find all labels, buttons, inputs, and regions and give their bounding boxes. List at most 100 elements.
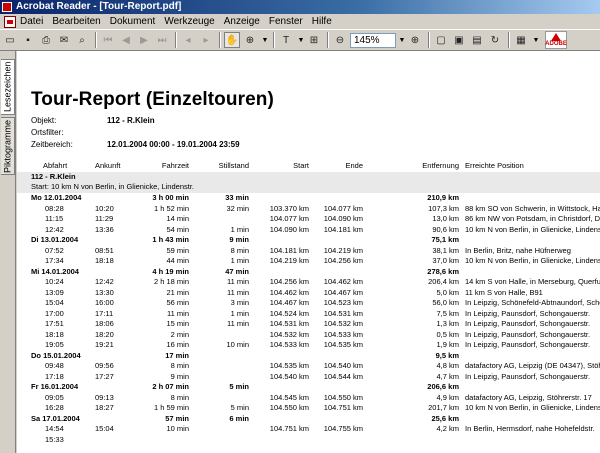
email-icon[interactable]: ✉ <box>56 32 72 48</box>
menu-bar: Datei Bearbeiten Dokument Werkzeuge Anze… <box>0 14 600 29</box>
fit-width-icon[interactable]: ▤ <box>469 32 485 48</box>
cell-position: In Leipzig, Paunsdorf, Schongauerstr. <box>465 371 591 381</box>
cell-fahrzeit: 1 h 43 min <box>152 235 189 244</box>
toolbar-separator <box>327 32 329 48</box>
zoom-out-icon[interactable]: ⊖ <box>332 32 348 48</box>
open-folder-icon[interactable]: ▭ <box>2 32 18 48</box>
cell-abfahrt: Fr 16.01.2004 <box>31 382 79 391</box>
chevron-down-icon[interactable]: ▼ <box>260 33 270 48</box>
cell-ende: 104.181 km <box>323 224 363 234</box>
cell-position: datafactory AG, Leipzig (DE 04347), Stöh <box>465 361 600 370</box>
zoom-in-icon[interactable]: ⊕ <box>407 32 423 48</box>
first-page-icon[interactable]: ⏮ <box>100 32 116 48</box>
cell-stillstand: 11 min <box>227 287 249 297</box>
cell-stillstand: 1 min <box>230 308 249 318</box>
table-row: 15:33 <box>17 435 600 446</box>
fit-page-icon[interactable]: ▣ <box>451 32 467 48</box>
actual-size-icon[interactable]: ▢ <box>433 32 449 48</box>
cell-fahrzeit: 1 h 59 min <box>153 403 189 412</box>
cell-stillstand: 1 min <box>230 256 249 265</box>
cell-entfernung: 4,7 km <box>436 371 459 381</box>
go-forward-icon[interactable]: ▸ <box>198 32 214 48</box>
menu-fenster[interactable]: Fenster <box>269 16 303 27</box>
document-icon[interactable] <box>4 15 16 28</box>
column-header-abfahrt: Abfahrt <box>43 161 68 170</box>
cell-abfahrt: Di 13.01.2004 <box>31 235 79 244</box>
column-select-icon[interactable]: ⊞ <box>306 32 322 48</box>
tab-bookmarks[interactable]: Lesezeichen <box>1 59 15 115</box>
cell-stillstand: 10 min <box>226 340 249 349</box>
cell-ankunft: 09:13 <box>95 392 114 402</box>
cell-start: 104.090 km <box>269 224 309 234</box>
text-select-icon[interactable]: T <box>278 32 294 48</box>
cell-fahrzeit: 2 min <box>170 329 189 339</box>
cell-position: 86 km NW von Potsdam, in Christdorf, De <box>465 214 600 223</box>
ebook-icon[interactable]: ▦ <box>513 32 529 48</box>
cell-fahrzeit: 17 min <box>165 350 189 360</box>
hand-tool-icon[interactable]: ✋ <box>224 32 240 48</box>
menu-datei[interactable]: Datei <box>20 16 43 27</box>
cell-position: 10 km N von Berlin, in Glienicke, Linden… <box>465 224 600 234</box>
cell-fahrzeit: 56 min <box>166 298 189 307</box>
menu-dokument[interactable]: Dokument <box>110 16 156 27</box>
document-view[interactable]: Tour-Report (Einzeltouren) Objekt: 112 -… <box>17 51 600 453</box>
group-header: 112 - R.Klein <box>17 172 600 183</box>
adobe-logo-icon[interactable]: ADOBE <box>545 31 567 49</box>
rotate-icon[interactable]: ↻ <box>487 32 503 48</box>
cell-fahrzeit: 8 min <box>170 392 189 402</box>
cell-ankunft: 15:04 <box>95 424 114 433</box>
cell-position: 88 km SO von Schwerin, in Wittstock, Ha <box>465 203 600 213</box>
cell-fahrzeit: 2 h 18 min <box>153 277 189 286</box>
zoom-dropdown-icon[interactable]: ▼ <box>397 33 407 48</box>
cell-ankunft: 13:30 <box>95 287 114 297</box>
cell-fahrzeit: 15 min <box>166 319 189 328</box>
cell-entfernung: 7,5 km <box>436 308 459 318</box>
cell-entfernung: 4,9 km <box>436 392 459 402</box>
cell-ankunft: 12:42 <box>95 277 114 286</box>
cell-position: In Leipzig, Paunsdorf, Schongauerstr. <box>465 319 591 328</box>
cell-entfernung: 201,7 km <box>428 403 459 412</box>
print-icon[interactable]: ⎙ <box>38 32 54 48</box>
last-page-icon[interactable]: ⏭ <box>154 32 170 48</box>
meta-ortsfilter: Ortsfilter: <box>31 128 64 137</box>
cell-start: 104.077 km <box>269 214 309 223</box>
find-icon[interactable]: ⌕ <box>74 32 90 48</box>
meta-objekt: Objekt: 112 - R.Klein <box>31 116 155 125</box>
table-row: 11:15 11:29 14 min 104.077 km 104.090 km 13,0… <box>17 214 600 225</box>
cell-entfernung: 5,0 km <box>436 287 459 297</box>
cell-ankunft: 16:00 <box>95 298 114 307</box>
go-back-icon[interactable]: ◂ <box>180 32 196 48</box>
menu-hilfe[interactable]: Hilfe <box>312 16 332 27</box>
next-page-icon[interactable]: ▶ <box>136 32 152 48</box>
menu-anzeige[interactable]: Anzeige <box>224 16 260 27</box>
chevron-down-icon[interactable]: ▼ <box>531 33 541 48</box>
day-summary-row: Mi 14.01.2004 4 h 19 min 47 min 278,6 km <box>17 267 600 278</box>
cell-ende: 104.523 km <box>323 298 363 307</box>
tab-thumbnails[interactable]: Piktogramme <box>1 117 15 175</box>
cell-fahrzeit: 9 min <box>170 371 189 381</box>
table-row: 10:24 12:42 2 h 18 min 11 min 104.256 km 104.… <box>17 277 600 288</box>
cell-stillstand: 1 min <box>230 224 249 234</box>
table-row: 18:18 18:20 2 min 104.532 km 104.533 km 0,5 k… <box>17 330 600 341</box>
save-icon[interactable]: ▪ <box>20 32 36 48</box>
menu-werkzeuge[interactable]: Werkzeuge <box>164 16 214 27</box>
zoom-tool-icon[interactable]: ⊕ <box>242 32 258 48</box>
cell-entfernung: 4,2 km <box>436 424 459 433</box>
cell-ankunft: 10:20 <box>95 203 114 213</box>
window-title: Acrobat Reader - [Tour-Report.pdf] <box>16 1 182 12</box>
chevron-down-icon[interactable]: ▼ <box>296 33 306 48</box>
previous-page-icon[interactable]: ◀ <box>118 32 134 48</box>
day-summary-row: Fr 16.01.2004 2 h 07 min 5 min 206,6 km <box>17 382 600 393</box>
cell-position: In Leipzig, Schönefeld-Abtnaundorf, Schö <box>465 298 600 307</box>
cell-fahrzeit: 54 min <box>166 224 189 234</box>
table-row: 15:04 16:00 56 min 3 min 104.467 km 104.523 k… <box>17 298 600 309</box>
cell-stillstand: 6 min <box>229 413 249 423</box>
zoom-input[interactable]: 145% <box>350 32 396 48</box>
toolbar-separator <box>95 32 97 48</box>
table-row: 08:28 10:20 1 h 52 min 32 min 103.370 km 104.… <box>17 204 600 215</box>
cell-entfernung: 1,3 km <box>436 319 459 328</box>
cell-ende: 104.462 km <box>323 277 363 286</box>
cell-entfernung: 0,5 km <box>436 329 459 339</box>
table-row: 12:42 13:36 54 min 1 min 104.090 km 104.181 k… <box>17 225 600 236</box>
menu-bearbeiten[interactable]: Bearbeiten <box>52 16 100 27</box>
